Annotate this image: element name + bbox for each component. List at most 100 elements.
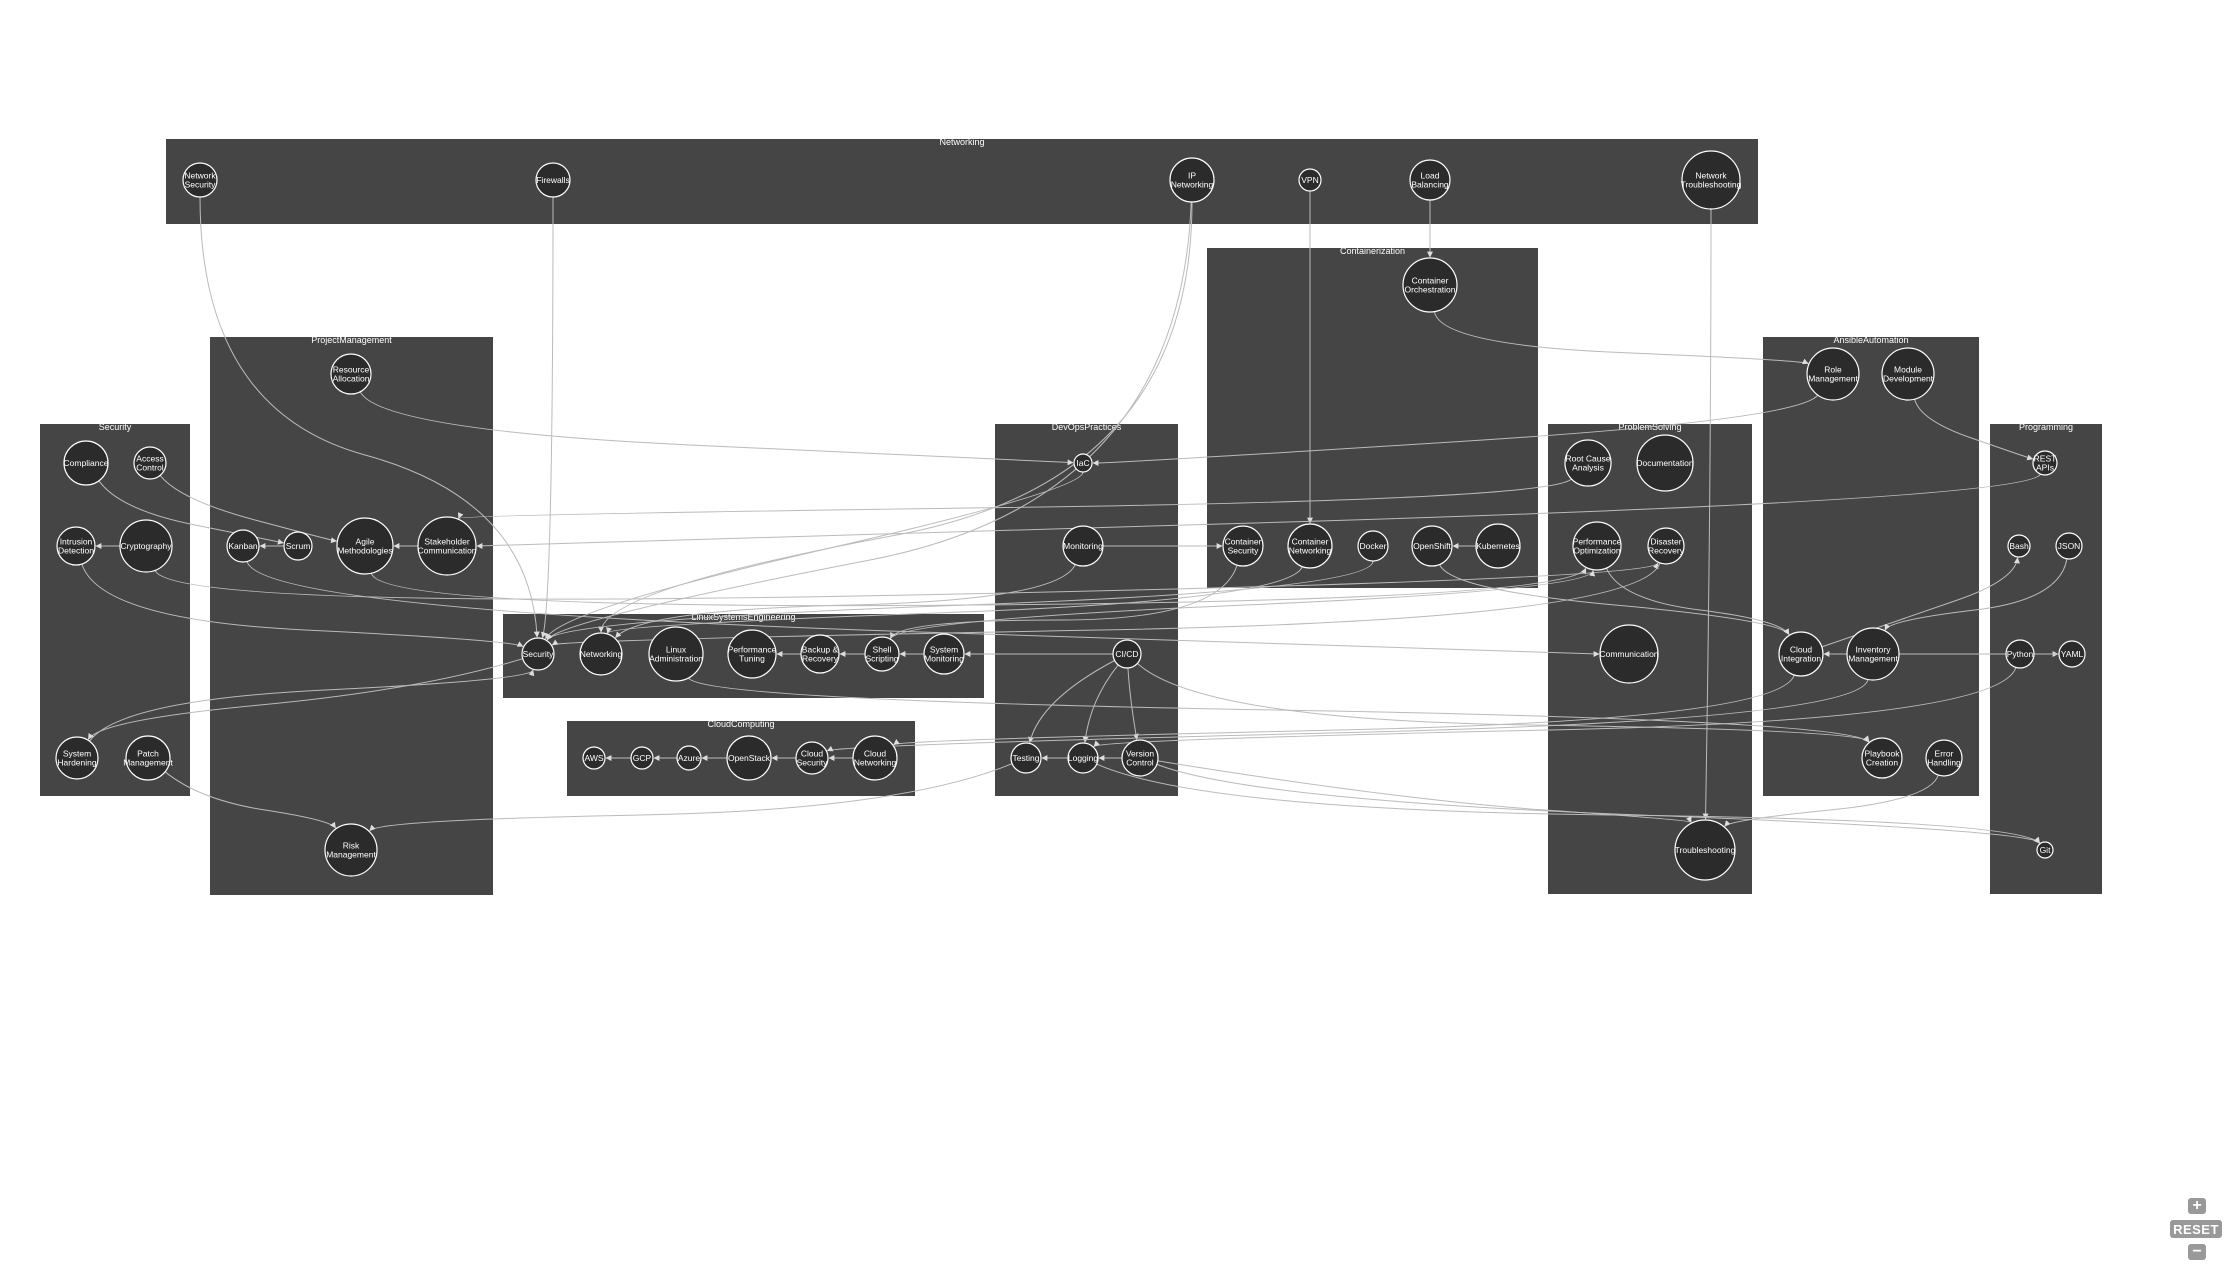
node-access-control[interactable]: AccessControl <box>133 446 167 480</box>
node-label: Detection <box>58 546 94 556</box>
node-python[interactable]: Python <box>2005 639 2035 669</box>
node-vpn[interactable]: VPN <box>1298 168 1322 192</box>
node-network-security[interactable]: NetworkSecurity <box>182 162 218 198</box>
reset-button[interactable]: RESET <box>2170 1220 2222 1238</box>
node-lse-security[interactable]: Security <box>521 637 555 671</box>
node-label: Kubernetes <box>1476 541 1519 551</box>
node-firewalls[interactable]: Firewalls <box>535 162 571 198</box>
node-kubernetes[interactable]: Kubernetes <box>1475 523 1521 569</box>
node-label: Security <box>797 758 828 768</box>
cluster-box <box>166 139 1758 224</box>
node-label: Compliance <box>64 458 109 468</box>
node-perf-optimization[interactable]: PerformanceOptimization <box>1572 521 1622 571</box>
cluster-label: Programming <box>2019 422 2073 432</box>
cluster-project-management: ProjectManagement <box>210 335 493 895</box>
node-monitoring[interactable]: Monitoring <box>1062 525 1104 567</box>
edge-cicd-to-playbook-creation <box>1137 663 1870 742</box>
node-container-orchestration[interactable]: ContainerOrchestration <box>1402 257 1458 313</box>
node-label: Networking <box>580 649 623 659</box>
node-label: Bash <box>2009 541 2029 551</box>
node-agile[interactable]: AgileMethodologies <box>336 517 394 575</box>
node-json[interactable]: JSON <box>2055 532 2083 560</box>
node-label: Development <box>1883 374 1934 384</box>
node-disaster-recovery[interactable]: DisasterRecovery <box>1647 527 1685 565</box>
node-cloud-security[interactable]: CloudSecurity <box>795 741 829 775</box>
node-label: IaC <box>1076 458 1089 468</box>
node-playbook-creation[interactable]: PlaybookCreation <box>1861 737 1903 779</box>
node-bash[interactable]: Bash <box>2007 534 2031 558</box>
node-gcp[interactable]: GCP <box>630 746 654 770</box>
node-label: Testing <box>1013 753 1040 763</box>
node-container-security[interactable]: ContainerSecurity <box>1222 525 1264 567</box>
node-resource-allocation[interactable]: ResourceAllocation <box>330 353 372 395</box>
node-compliance[interactable]: Compliance <box>63 440 109 486</box>
node-label: Recovery <box>802 654 839 664</box>
node-git[interactable]: Git <box>2036 841 2054 859</box>
node-ip-networking[interactable]: IPNetworking <box>1169 157 1215 203</box>
node-label: Recovery <box>1648 546 1685 556</box>
node-label: Security <box>523 649 554 659</box>
node-kanban[interactable]: Kanban <box>226 529 260 563</box>
node-yaml[interactable]: YAML <box>2058 640 2086 668</box>
node-troubleshooting[interactable]: Troubleshooting <box>1674 819 1736 881</box>
node-azure[interactable]: Azure <box>676 745 702 771</box>
node-container-networking[interactable]: ContainerNetworking <box>1287 523 1333 569</box>
node-label: Firewalls <box>536 175 570 185</box>
node-shell-scripting[interactable]: ShellScripting <box>864 636 900 672</box>
node-iac[interactable]: IaC <box>1073 453 1093 473</box>
node-cicd[interactable]: CI/CD <box>1112 639 1142 669</box>
node-label: AWS <box>584 753 603 763</box>
node-system-hardening[interactable]: SystemHardening <box>55 736 99 780</box>
node-risk-management[interactable]: RiskManagement <box>324 823 378 877</box>
node-openstack[interactable]: OpenStack <box>726 735 772 781</box>
node-error-handling[interactable]: ErrorHandling <box>1925 739 1963 777</box>
zoom-out-button[interactable]: − <box>2188 1244 2206 1260</box>
node-linux-admin[interactable]: LinuxAdministration <box>648 626 704 682</box>
node-label: OpenStack <box>728 753 771 763</box>
node-label: Communication <box>417 546 476 556</box>
node-backup-recovery[interactable]: Backup &Recovery <box>800 634 840 674</box>
node-role-management[interactable]: RoleManagement <box>1806 347 1860 401</box>
node-label: Security <box>185 180 216 190</box>
node-intrusion-detection[interactable]: IntrusionDetection <box>56 526 96 566</box>
node-system-monitoring[interactable]: SystemMonitoring <box>923 633 965 675</box>
node-documentation[interactable]: Documentation <box>1636 434 1694 492</box>
node-label: Balancing <box>1411 180 1449 190</box>
node-load-balancing[interactable]: LoadBalancing <box>1409 159 1451 201</box>
node-label: Handling <box>1927 758 1961 768</box>
node-label: Networking <box>1171 180 1214 190</box>
node-version-control[interactable]: VersionControl <box>1121 739 1159 777</box>
skills-graph[interactable]: Networking Containerization ProjectManagem… <box>0 0 2232 1270</box>
node-perf-tuning[interactable]: PerformanceTuning <box>727 629 777 679</box>
node-label: GCP <box>633 753 652 763</box>
node-label: Python <box>2007 649 2034 659</box>
node-label: Integration <box>1781 654 1821 664</box>
node-scrum[interactable]: Scrum <box>283 531 313 561</box>
zoom-in-button[interactable]: + <box>2188 1198 2206 1214</box>
node-label: Git <box>2040 845 2052 855</box>
node-root-cause[interactable]: Root CauseAnalysis <box>1564 439 1612 487</box>
node-aws[interactable]: AWS <box>582 746 606 770</box>
node-logging[interactable]: Logging <box>1067 742 1099 774</box>
node-cloud-integration[interactable]: CloudIntegration <box>1778 631 1824 677</box>
node-docker[interactable]: Docker <box>1357 530 1389 562</box>
node-module-development[interactable]: ModuleDevelopment <box>1881 347 1935 401</box>
node-label: Scripting <box>865 654 898 664</box>
node-label: Azure <box>678 753 700 763</box>
node-stakeholder[interactable]: StakeholderCommunication <box>417 516 477 576</box>
node-network-troubleshooting[interactable]: NetworkTroubleshooting <box>1681 150 1742 210</box>
node-openshift[interactable]: OpenShift <box>1411 525 1453 567</box>
node-rest-apis[interactable]: RESTAPIs <box>2032 450 2058 476</box>
node-cloud-networking[interactable]: CloudNetworking <box>852 735 898 781</box>
node-cryptography[interactable]: Cryptography <box>119 519 173 573</box>
node-inventory-management[interactable]: InventoryManagement <box>1846 627 1900 681</box>
node-label: Analysis <box>1572 463 1604 473</box>
node-label: OpenShift <box>1413 541 1451 551</box>
node-label: Hardening <box>57 758 96 768</box>
node-label: Troubleshooting <box>1675 845 1736 855</box>
node-lse-networking[interactable]: Networking <box>579 632 623 676</box>
cluster-security: Security <box>40 422 190 796</box>
node-label: Cryptography <box>120 541 172 551</box>
node-communication[interactable]: Communication <box>1599 624 1659 684</box>
node-testing[interactable]: Testing <box>1010 742 1042 774</box>
